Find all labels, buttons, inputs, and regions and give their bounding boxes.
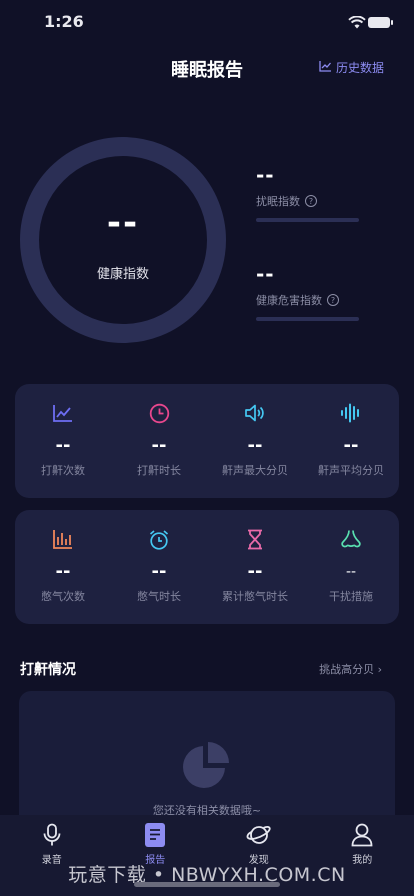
snore-stats-card: -- 打鼾次数 -- 打鼾时长 -- 鼾声最大分贝 -- 鼾声平均分贝 [15, 384, 399, 498]
history-data-label: 历史数据 [335, 61, 384, 75]
soundwave-icon [340, 402, 362, 424]
stat-value: -- [55, 561, 71, 582]
stat-snore-duration[interactable]: -- 打鼾时长 [111, 384, 207, 498]
alarm-clock-icon [148, 528, 170, 550]
health-hazard-metric: -- 健康危害指数 ? [256, 262, 366, 321]
stat-intervention[interactable]: -- 干扰措施 [303, 510, 399, 624]
stat-value: -- [55, 435, 71, 456]
metric-value: -- [256, 163, 275, 187]
stat-label: 打鼾时长 [137, 464, 181, 477]
clock-icon [148, 402, 170, 424]
stat-snore-avg-db[interactable]: -- 鼾声平均分贝 [303, 384, 399, 498]
status-time: 1:26 [44, 12, 84, 31]
pie-chart-icon [181, 740, 231, 794]
sleep-disturbance-metric: -- 扰眠指数 ? [256, 163, 366, 222]
health-index-value: -- [106, 203, 140, 243]
metric-progress-bar [256, 317, 359, 321]
stat-label: 鼾声平均分贝 [318, 464, 384, 477]
status-bar: 1:26 [0, 0, 414, 44]
stat-label: 憋气次数 [41, 590, 85, 603]
metric-value: -- [256, 262, 275, 286]
battery-icon [368, 17, 393, 28]
stat-snore-count[interactable]: -- 打鼾次数 [15, 384, 111, 498]
stat-value: -- [247, 435, 263, 456]
health-index-ring: -- 健康指数 [20, 137, 226, 343]
stat-label: 打鼾次数 [41, 464, 85, 477]
stat-value: -- [345, 564, 357, 580]
stat-value: -- [247, 561, 263, 582]
user-icon [349, 822, 375, 848]
metric-progress-bar [256, 218, 359, 222]
nose-icon [340, 528, 362, 550]
wifi-icon [348, 14, 366, 33]
stat-value: -- [151, 561, 167, 582]
challenge-high-db-link[interactable]: 挑战高分贝 › [319, 661, 382, 677]
line-chart-icon [52, 402, 74, 424]
volume-icon [244, 402, 266, 424]
stat-label: 憋气时长 [137, 590, 181, 603]
home-indicator [134, 882, 280, 887]
stat-label: 累计憋气时长 [222, 590, 288, 603]
history-data-button[interactable]: 历史数据 [319, 59, 384, 76]
hourglass-icon [244, 528, 266, 550]
stat-apnea-total-duration[interactable]: -- 累计憋气时长 [207, 510, 303, 624]
report-icon [142, 822, 168, 848]
stat-value: -- [151, 435, 167, 456]
metric-label: 扰眠指数 [256, 195, 300, 208]
stat-apnea-duration[interactable]: -- 憋气时长 [111, 510, 207, 624]
stat-snore-max-db[interactable]: -- 鼾声最大分贝 [207, 384, 303, 498]
help-icon[interactable]: ? [327, 294, 339, 306]
metric-label: 健康危害指数 [256, 294, 322, 307]
bar-chart-icon [52, 528, 74, 550]
apnea-stats-card: -- 憋气次数 -- 憋气时长 -- 累计憋气时长 -- 干扰措施 [15, 510, 399, 624]
snore-section-title: 打鼾情况 [20, 662, 76, 678]
stat-apnea-count[interactable]: -- 憋气次数 [15, 510, 111, 624]
planet-icon [246, 822, 272, 848]
microphone-icon [39, 822, 65, 848]
stat-value: -- [343, 435, 359, 456]
health-index-label: 健康指数 [96, 267, 149, 282]
help-icon[interactable]: ? [305, 195, 317, 207]
trend-chart-icon [319, 60, 332, 75]
stat-label: 干扰措施 [329, 590, 373, 603]
stat-label: 鼾声最大分贝 [222, 464, 288, 477]
